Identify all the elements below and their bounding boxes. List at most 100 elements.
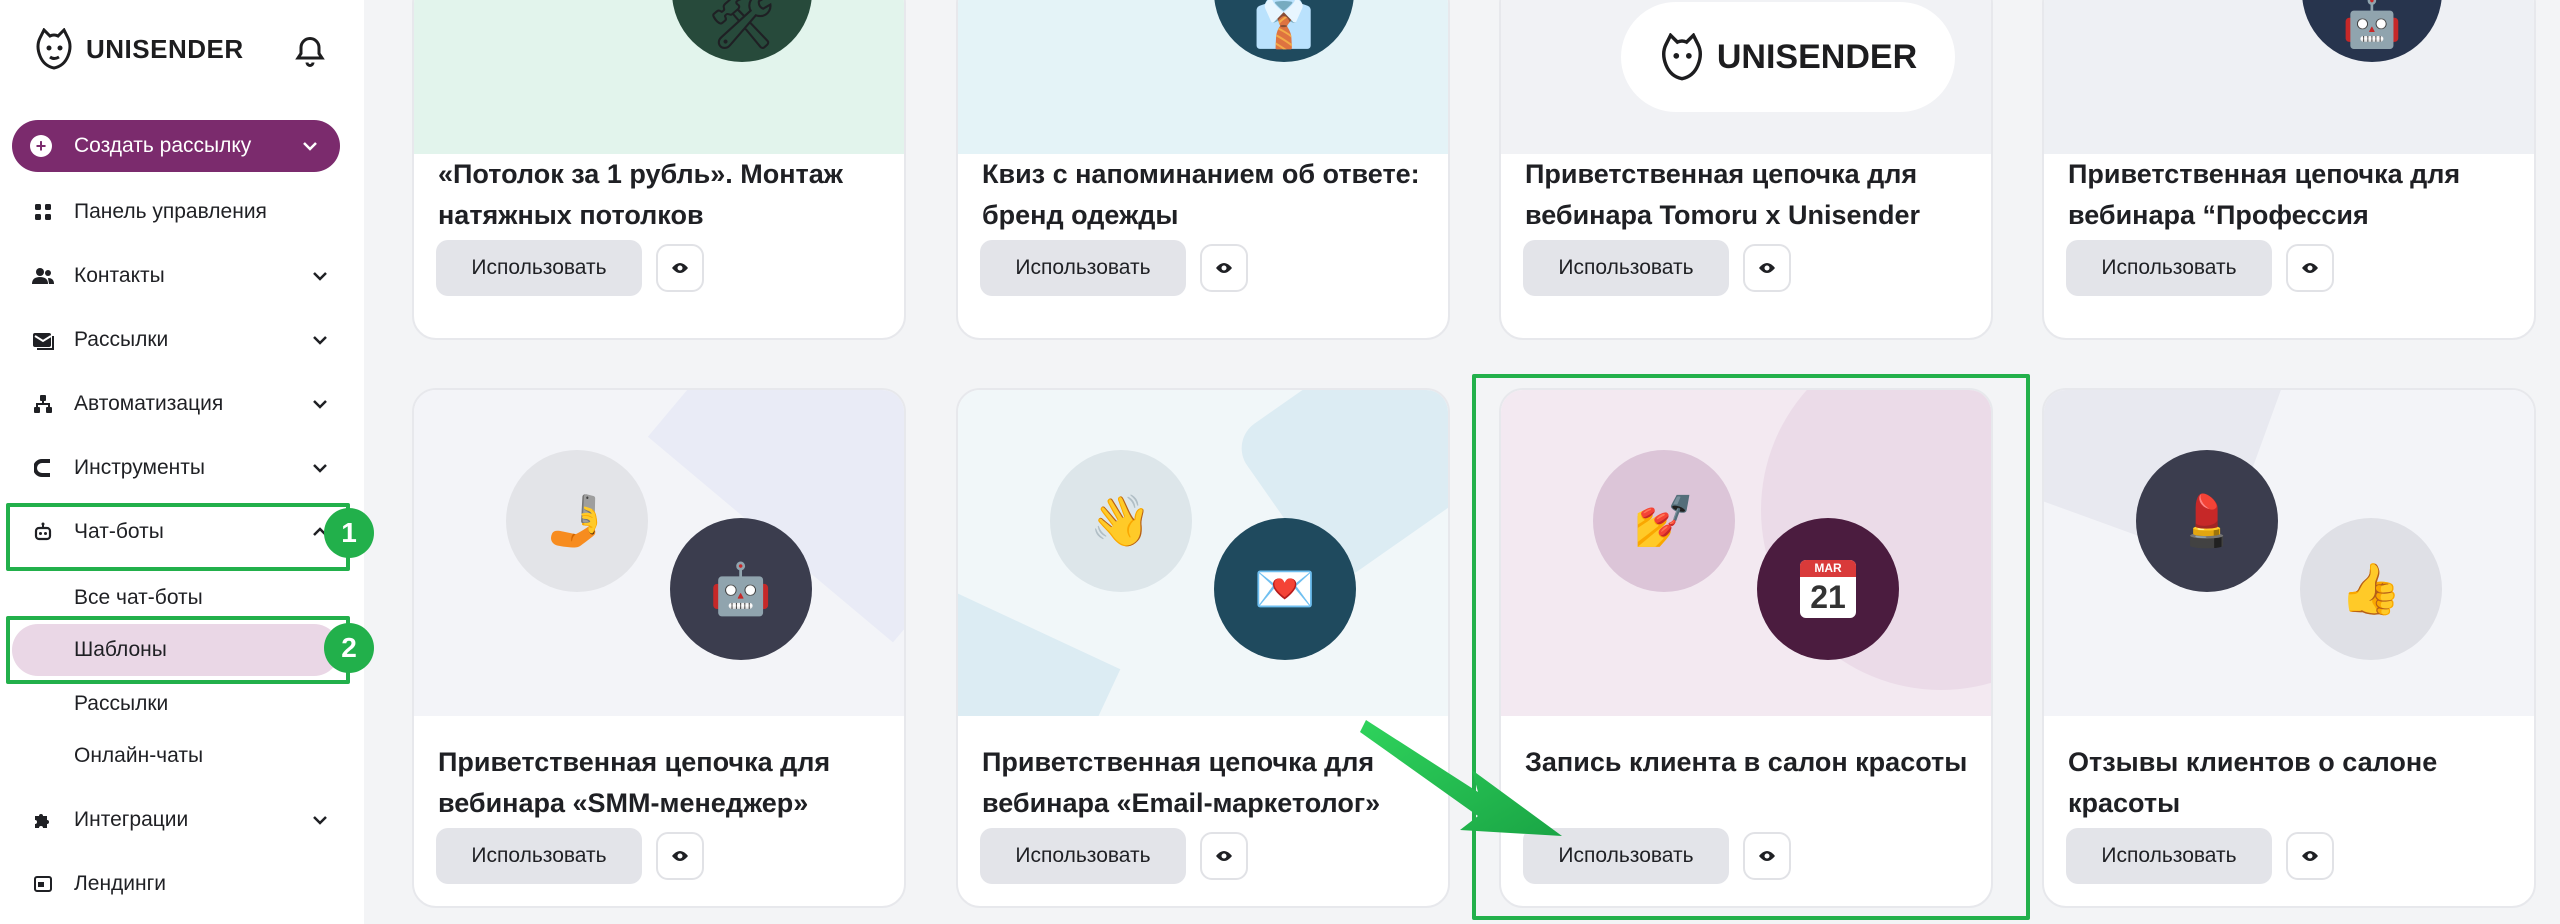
shirt-tie-icon: 👔 bbox=[1214, 0, 1354, 62]
users-icon bbox=[30, 263, 56, 289]
lipstick-icon: 💄 bbox=[2136, 450, 2278, 592]
sidebar-subitem-label: Онлайн-чаты bbox=[74, 744, 204, 767]
create-campaign-button[interactable]: + Создать рассылку bbox=[12, 120, 340, 172]
preview-eye-button[interactable] bbox=[1200, 832, 1248, 880]
template-card[interactable]: 🤳 🤖 Приветственная цепочка для вебинара … bbox=[412, 388, 906, 908]
card-illustration: 🛠 bbox=[414, 0, 904, 154]
preview-eye-button[interactable] bbox=[1743, 244, 1791, 292]
preview-eye-button[interactable] bbox=[1200, 244, 1248, 292]
hierarchy-icon bbox=[30, 391, 56, 417]
use-template-button[interactable]: Использовать bbox=[436, 240, 642, 296]
use-template-button[interactable]: Использовать bbox=[980, 828, 1186, 884]
use-template-button[interactable]: Использовать bbox=[980, 240, 1186, 296]
card-illustration: 👔 bbox=[958, 0, 1448, 154]
preview-eye-button[interactable] bbox=[656, 832, 704, 880]
grid-icon bbox=[30, 199, 56, 225]
chevron-down-icon bbox=[313, 816, 327, 825]
chevron-down-icon bbox=[313, 272, 327, 281]
thumbs-up-icon: 👍 bbox=[2300, 518, 2442, 660]
unisender-logo-pill: UNISENDER bbox=[1621, 2, 1955, 112]
eye-icon bbox=[2302, 263, 2318, 273]
bg-shape bbox=[958, 584, 1121, 716]
tools-icon: 🛠 bbox=[672, 0, 812, 62]
brand-name: UNISENDER bbox=[86, 33, 244, 64]
waving-hand-icon: 👋 bbox=[1050, 450, 1192, 592]
dog-logo-icon bbox=[36, 28, 72, 70]
browser-window-icon bbox=[30, 871, 56, 897]
art-logo-text: UNISENDER bbox=[1716, 37, 1918, 76]
eye-icon bbox=[1216, 851, 1232, 861]
use-template-button[interactable]: Использовать bbox=[436, 828, 642, 884]
sidebar-subitem-label: Все чат-боты bbox=[74, 586, 203, 609]
sidebar-item-integrations[interactable]: Интеграции bbox=[30, 800, 330, 840]
love-letter-icon: 💌 bbox=[1214, 518, 1356, 660]
phone-hand-icon: 🤳 bbox=[506, 450, 648, 592]
template-card[interactable]: 👔 Квиз с напоминанием об ответе: бренд о… bbox=[956, 0, 1450, 340]
preview-eye-button[interactable] bbox=[2286, 832, 2334, 880]
magnet-icon bbox=[30, 455, 56, 481]
sidebar-subitem-online-chats[interactable]: Онлайн-чаты bbox=[74, 738, 203, 774]
card-title: Квиз с напоминанием об ответе: бренд оде… bbox=[982, 159, 1420, 230]
eye-icon bbox=[1759, 263, 1775, 273]
card-title: «Потолок за 1 рубль». Монтаж натяжных по… bbox=[438, 159, 843, 230]
sidebar-subitem-all-chatbots[interactable]: Все чат-боты bbox=[74, 580, 203, 616]
card-title: Отзывы клиентов о салоне красоты bbox=[2068, 747, 2438, 818]
annotation-arrow-icon bbox=[1360, 720, 1562, 836]
use-template-button[interactable]: Использовать bbox=[1523, 240, 1729, 296]
card-illustration: 👋 💌 bbox=[958, 390, 1448, 716]
card-title: Приветственная цепочка для вебинара “Про… bbox=[2068, 159, 2461, 230]
template-card[interactable]: UNISENDER Приветственная цепочка для веб… bbox=[1499, 0, 1993, 340]
template-card[interactable]: 🛠 «Потолок за 1 рубль». Монтаж натяжных … bbox=[412, 0, 906, 340]
preview-eye-button[interactable] bbox=[656, 244, 704, 292]
brand-logo[interactable]: UNISENDER bbox=[34, 28, 244, 70]
highlight-chatbots bbox=[6, 503, 350, 571]
eye-icon bbox=[2302, 851, 2318, 861]
sidebar-item-label: Рассылки bbox=[74, 328, 169, 351]
card-title: Приветственная цепочка для вебинара «SMM… bbox=[438, 747, 831, 818]
template-card[interactable]: 🤖 Приветственная цепочка для вебинара “П… bbox=[2042, 0, 2536, 340]
robot-icon: 🤖 bbox=[2302, 0, 2442, 62]
sidebar-item-landings[interactable]: Лендинги bbox=[30, 864, 330, 904]
sidebar-item-label: Инструменты bbox=[74, 456, 205, 479]
sidebar: UNISENDER + Создать рассылку Панель упра… bbox=[0, 0, 374, 924]
sidebar-subitem-label: Рассылки bbox=[74, 692, 169, 715]
app-page: UNISENDER + Создать рассылку Панель упра… bbox=[0, 0, 2560, 924]
dog-logo-icon bbox=[1661, 33, 1702, 81]
eye-icon bbox=[672, 263, 688, 273]
chevron-down-icon bbox=[303, 142, 317, 151]
preview-eye-button[interactable] bbox=[2286, 244, 2334, 292]
card-illustration: 🤳 🤖 bbox=[414, 390, 904, 716]
annotation-badge-2: 2 bbox=[324, 623, 374, 673]
sidebar-item-campaigns[interactable]: Рассылки bbox=[30, 320, 330, 360]
create-campaign-label: Создать рассылку bbox=[74, 134, 252, 157]
use-template-button[interactable]: Использовать bbox=[2066, 828, 2272, 884]
annotation-badge-1: 1 bbox=[324, 508, 374, 558]
template-card[interactable]: 💄 👍 Отзывы клиентов о салоне красоты Исп… bbox=[2042, 388, 2536, 908]
chevron-down-icon bbox=[313, 464, 327, 473]
sidebar-item-dashboard[interactable]: Панель управления bbox=[30, 192, 330, 232]
sidebar-subitem-chatbot-campaigns[interactable]: Рассылки bbox=[74, 686, 168, 722]
sidebar-item-label: Интеграции bbox=[74, 808, 189, 831]
sidebar-item-label: Панель управления bbox=[74, 200, 267, 223]
card-illustration: 🤖 bbox=[2044, 0, 2534, 154]
highlight-templates bbox=[6, 616, 350, 684]
eye-icon bbox=[672, 851, 688, 861]
notifications-bell-icon[interactable] bbox=[292, 34, 328, 70]
sidebar-item-tools[interactable]: Инструменты bbox=[30, 448, 330, 488]
card-illustration: UNISENDER bbox=[1501, 0, 1991, 154]
sidebar-item-automation[interactable]: Автоматизация bbox=[30, 384, 330, 424]
mail-stack-icon bbox=[30, 327, 56, 353]
eye-icon bbox=[1216, 263, 1232, 273]
card-illustration: 💄 👍 bbox=[2044, 390, 2534, 716]
use-template-button[interactable]: Использовать bbox=[2066, 240, 2272, 296]
sidebar-item-label: Автоматизация bbox=[74, 392, 224, 415]
chevron-down-icon bbox=[313, 336, 327, 345]
puzzle-icon bbox=[30, 807, 56, 833]
plus-icon: + bbox=[30, 135, 52, 157]
sidebar-item-label: Лендинги bbox=[74, 872, 167, 895]
robot-icon: 🤖 bbox=[670, 518, 812, 660]
chevron-down-icon bbox=[313, 400, 327, 409]
sidebar-item-contacts[interactable]: Контакты bbox=[30, 256, 330, 296]
card-title: Приветственная цепочка для вебинара Tomo… bbox=[1525, 159, 1921, 230]
sidebar-item-label: Контакты bbox=[74, 264, 165, 287]
